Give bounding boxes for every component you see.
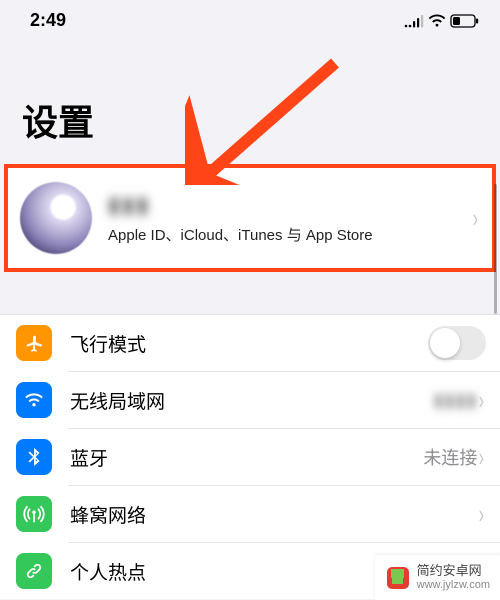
apple-id-row[interactable]: ▮▮▮ Apple ID、iCloud、iTunes 与 App Store ›	[4, 164, 496, 272]
bluetooth-row[interactable]: 蓝牙 未连接 ›	[0, 429, 500, 485]
airplane-icon	[16, 325, 52, 361]
status-time: 2:49	[30, 10, 66, 31]
row-label: 飞行模式	[70, 330, 428, 357]
watermark: 简约安卓网 www.jylzw.com	[375, 555, 500, 600]
watermark-url: www.jylzw.com	[417, 579, 490, 592]
link-icon	[16, 553, 52, 589]
chevron-right-icon: ›	[479, 442, 484, 473]
signal-icon	[404, 14, 424, 28]
row-value: ▮▮▮▮	[434, 390, 478, 411]
airplane-toggle[interactable]	[428, 326, 486, 360]
wifi-icon	[16, 382, 52, 418]
chevron-right-icon: ›	[479, 385, 484, 416]
avatar	[20, 182, 92, 254]
row-label: 无线局域网	[70, 387, 434, 414]
watermark-logo-icon	[387, 567, 409, 589]
page-title: 设置	[0, 39, 500, 164]
status-bar: 2:49	[0, 0, 500, 39]
row-value: 未连接	[423, 444, 477, 470]
battery-icon	[450, 14, 480, 28]
antenna-icon	[16, 496, 52, 532]
wifi-icon	[428, 14, 446, 28]
chevron-right-icon: ›	[479, 499, 484, 530]
cellular-row[interactable]: 蜂窝网络 ›	[0, 486, 500, 542]
profile-name: ▮▮▮	[108, 192, 471, 218]
row-label: 蓝牙	[70, 444, 423, 471]
chevron-right-icon: ›	[473, 203, 478, 234]
row-label: 蜂窝网络	[70, 501, 477, 528]
status-icons	[404, 14, 480, 28]
airplane-mode-row[interactable]: 飞行模式	[0, 315, 500, 371]
watermark-text: 简约安卓网	[417, 563, 490, 579]
scroll-indicator	[494, 184, 497, 314]
bluetooth-icon	[16, 439, 52, 475]
wifi-row[interactable]: 无线局域网 ▮▮▮▮ ›	[0, 372, 500, 428]
profile-subtitle: Apple ID、iCloud、iTunes 与 App Store	[108, 224, 471, 245]
